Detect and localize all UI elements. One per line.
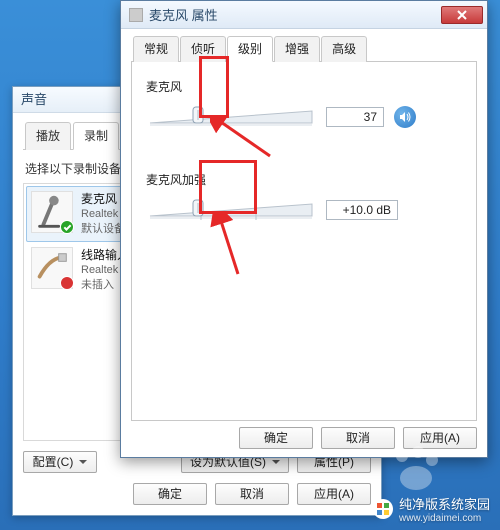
mic-dialog-buttons: 确定 取消 应用(A) [131, 427, 477, 449]
tab-playback[interactable]: 播放 [25, 122, 71, 150]
dialog-buttons: 确定 取消 应用(A) [23, 483, 371, 505]
default-badge-icon [60, 220, 74, 234]
tab-advanced[interactable]: 高级 [321, 36, 367, 62]
watermark-logo-icon [373, 499, 393, 519]
mic-level-group: 麦克风 37 [146, 78, 462, 131]
line-in-icon [31, 247, 73, 289]
mic-properties-dialog: 麦克风 属性 常规 侦听 级别 增强 高级 麦克风 [120, 0, 488, 458]
tab-general[interactable]: 常规 [133, 36, 179, 62]
mic-tabs: 常规 侦听 级别 增强 高级 [131, 35, 477, 62]
ok-button[interactable]: 确定 [239, 427, 313, 449]
mic-level-slider[interactable] [146, 103, 316, 131]
mute-toggle-button[interactable] [394, 106, 416, 128]
tab-listen[interactable]: 侦听 [180, 36, 226, 62]
tab-levels[interactable]: 级别 [227, 36, 273, 62]
mic-dialog-title: 麦克风 属性 [149, 5, 218, 24]
watermark-url: www.yidaimei.com [399, 513, 490, 524]
microphone-icon [31, 191, 73, 233]
watermark: 纯净版系统家园 www.yidaimei.com [373, 494, 490, 524]
mic-level-value[interactable]: 37 [326, 107, 384, 127]
apply-button[interactable]: 应用(A) [403, 427, 477, 449]
mic-boost-label: 麦克风加强 [146, 171, 462, 188]
cancel-button[interactable]: 取消 [215, 483, 289, 505]
watermark-text: 纯净版系统家园 [399, 497, 490, 512]
mic-boost-slider[interactable] [146, 196, 316, 224]
mic-app-icon [129, 8, 143, 22]
mic-body: 常规 侦听 级别 增强 高级 麦克风 37 [121, 29, 487, 457]
speaker-icon [398, 110, 412, 124]
close-button[interactable] [441, 6, 483, 24]
cancel-button[interactable]: 取消 [321, 427, 395, 449]
mic-boost-group: 麦克风加强 +10.0 dB [146, 171, 462, 224]
ok-button[interactable]: 确定 [133, 483, 207, 505]
configure-button[interactable]: 配置(C) [23, 451, 97, 473]
mic-level-label: 麦克风 [146, 78, 462, 95]
mic-boost-value[interactable]: +10.0 dB [326, 200, 398, 220]
close-icon [457, 10, 467, 20]
levels-panel: 麦克风 37 [131, 62, 477, 421]
unplugged-badge-icon [60, 276, 74, 290]
mic-titlebar: 麦克风 属性 [121, 1, 487, 29]
tab-enhancements[interactable]: 增强 [274, 36, 320, 62]
apply-button[interactable]: 应用(A) [297, 483, 371, 505]
tab-recording[interactable]: 录制 [73, 122, 119, 150]
